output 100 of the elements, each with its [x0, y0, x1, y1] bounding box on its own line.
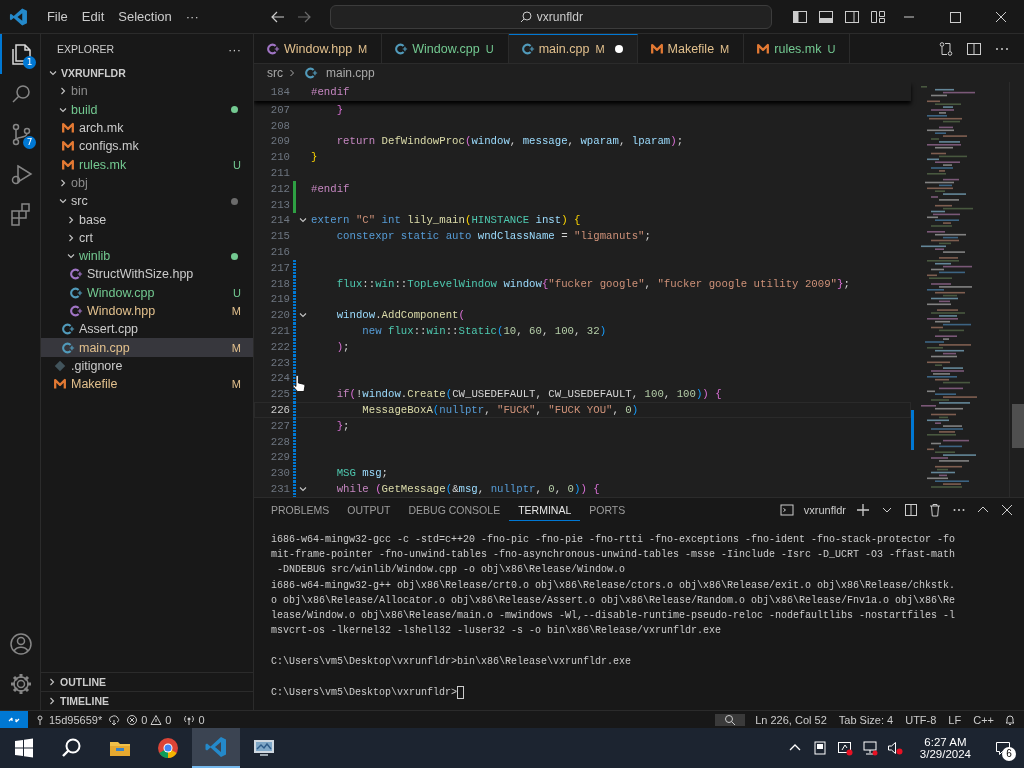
editor-tab[interactable]: main.cpp M [508, 34, 638, 63]
terminal-line: i686-w64-mingw32-gcc -c -std=c++20 -fno-pic -fno-pie -fno-rtti -fno-exceptions -fno-ident -fno-stack-protector -fo [271, 533, 957, 547]
trash-icon[interactable] [928, 502, 942, 517]
start-icon[interactable] [12, 736, 36, 760]
split-layout-icon[interactable] [844, 8, 860, 25]
problems-status[interactable]: 0 0 [120, 713, 178, 726]
menu-item[interactable]: File [39, 9, 75, 24]
panel-tab[interactable]: TERMINAL [509, 498, 581, 521]
section-header[interactable]: OUTLINE [41, 672, 253, 691]
tray-app-icon[interactable] [811, 740, 828, 756]
breadcrumb-item[interactable]: src [267, 66, 283, 80]
line-number: 225 [269, 388, 290, 401]
explorer-folder[interactable]: src [41, 192, 253, 211]
account-icon[interactable] [8, 631, 34, 657]
split-editor-icon[interactable] [966, 40, 982, 57]
change-marker[interactable] [293, 291, 296, 308]
change-marker[interactable] [293, 181, 296, 197]
terminal-line: C:\Users\vm5\Desktop\vxrunfldr>bin\x86\Release\vxrunfldr.exe [271, 654, 633, 669]
explorer-file[interactable]: .gitignore [41, 356, 253, 376]
status-item[interactable]: LF [942, 713, 968, 726]
change-marker[interactable] [293, 449, 296, 466]
panel-tab[interactable]: PROBLEMS [262, 498, 339, 521]
speaker-muted-icon[interactable] [886, 740, 903, 756]
explorer-folder[interactable]: bin [41, 82, 253, 101]
explorer-file[interactable]: arch.mk [41, 118, 253, 138]
change-marker[interactable] [293, 196, 296, 213]
change-marker[interactable] [293, 481, 296, 497]
remote-button[interactable] [0, 711, 28, 728]
change-marker[interactable] [293, 402, 296, 418]
change-marker[interactable] [293, 417, 296, 434]
explorer-folder[interactable]: crt [41, 228, 253, 247]
panel-tab[interactable]: PORTS [580, 498, 635, 521]
explorer-file[interactable]: Assert.cpp [41, 320, 253, 339]
compare-icon[interactable] [938, 40, 954, 57]
explorer-folder[interactable]: obj [41, 173, 253, 193]
terminal-name[interactable]: vxrunfldr [803, 503, 846, 516]
breadcrumb-item[interactable]: main.cpp [326, 66, 375, 80]
panel-layout-icon[interactable] [818, 8, 834, 25]
code-line: } [311, 151, 318, 164]
cpp-file-icon [304, 66, 318, 80]
status-item[interactable]: Ln 226, Col 52 [749, 713, 833, 726]
bell-icon[interactable] [1004, 713, 1016, 726]
explorer-file[interactable]: Makefile M [41, 375, 253, 394]
change-marker[interactable] [293, 465, 296, 482]
panel-tab[interactable]: OUTPUT [338, 498, 400, 521]
network-icon[interactable] [861, 740, 878, 756]
security-icon[interactable] [836, 740, 853, 756]
change-marker[interactable] [293, 433, 296, 450]
hand-pointer-icon [292, 375, 306, 393]
status-item[interactable]: UTF-8 [899, 713, 943, 726]
zoom-button[interactable] [715, 713, 746, 726]
git-status-letter: U [233, 158, 241, 171]
explorer-file[interactable]: Window.cpp U [41, 283, 253, 302]
git-status-letter: U [233, 286, 241, 299]
count-badge: 1 [23, 56, 36, 69]
more-actions[interactable]: ··· [228, 41, 241, 57]
line-number: 228 [269, 435, 290, 448]
sync-icon[interactable] [108, 713, 121, 726]
taskbar-button[interactable] [192, 728, 240, 768]
plus-icon[interactable] [856, 502, 870, 517]
terminal-icon [779, 502, 794, 517]
terminal-line: lease/Window.o obj\x86\Release/main.o -mwindows -Wl,--disable-runtime-pseudo-reloc -nodefaultlibs -nostartfiles -l [271, 608, 957, 623]
change-marker[interactable] [293, 275, 296, 292]
status-item[interactable]: C++ [967, 713, 1000, 726]
settings-icon[interactable] [8, 671, 34, 697]
clock[interactable]: 6:27 AM 3/29/2024 [911, 736, 979, 760]
branch-status[interactable]: 15d95659* [28, 713, 109, 726]
close-icon[interactable] [1000, 502, 1014, 517]
sidebar-layout-icon[interactable] [792, 8, 808, 25]
ports-status[interactable]: 0 [177, 713, 211, 726]
code-line: window.AddComponent( [335, 309, 465, 322]
split-terminal-icon[interactable] [904, 502, 918, 517]
explorer-file[interactable]: main.cpp M [41, 338, 253, 357]
search-field[interactable]: vxrunfldr [329, 4, 772, 29]
customize-layout-icon[interactable] [870, 8, 886, 25]
activity-button[interactable]: 7 [0, 114, 40, 154]
explorer-file[interactable]: StructWithSize.hpp [41, 265, 253, 284]
menu-item[interactable]: Selection [111, 9, 179, 24]
explorer-folder[interactable]: base [41, 210, 253, 229]
panel-tab[interactable]: DEBUG CONSOLE [399, 498, 510, 521]
change-marker[interactable] [293, 307, 296, 324]
explorer-folder[interactable]: build [41, 100, 253, 119]
line-number: 226 [269, 404, 290, 417]
menu-item[interactable]: Edit [74, 9, 112, 24]
change-marker[interactable] [293, 338, 296, 355]
menu-item[interactable]: ··· [178, 9, 206, 24]
scrollbar-thumb[interactable] [1012, 404, 1024, 448]
notifications-icon[interactable] [995, 740, 1011, 756]
explorer-folder[interactable]: winlib [41, 246, 253, 266]
change-marker[interactable] [293, 259, 296, 276]
status-item[interactable]: Tab Size: 4 [832, 713, 900, 726]
git-status-letter: M [231, 378, 241, 391]
explorer-file[interactable]: rules.mk U [41, 155, 253, 174]
change-marker[interactable] [293, 354, 296, 371]
explorer-file[interactable]: configs.mk [41, 137, 253, 156]
code-line: extern "C" int lily_main(HINSTANCE inst) { [311, 214, 581, 227]
change-marker[interactable] [293, 323, 296, 339]
explorer-file[interactable]: Window.hpp M [41, 301, 253, 321]
folder-header[interactable]: VXRUNFLDR [41, 64, 253, 83]
unsaved-dot[interactable] [614, 45, 623, 53]
